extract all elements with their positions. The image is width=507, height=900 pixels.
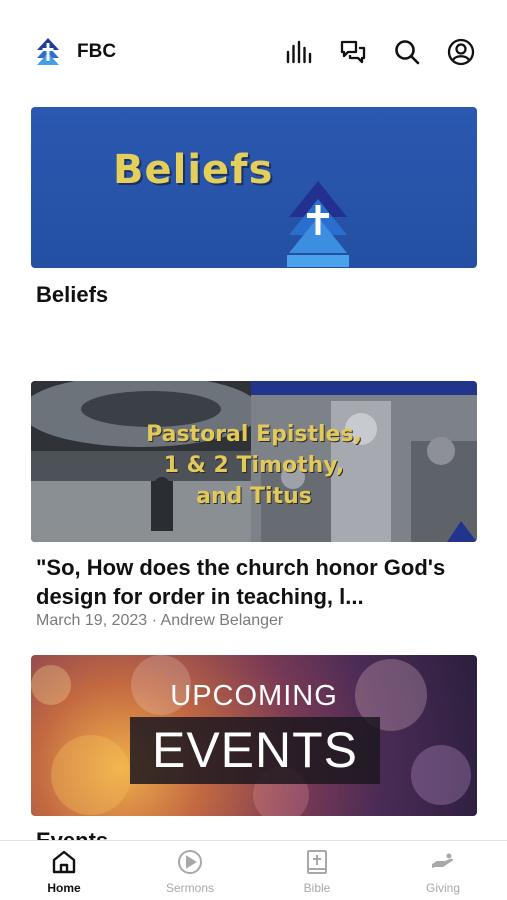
tab-sermons[interactable]: Sermons [140,841,240,900]
bottom-tab-bar: Home Sermons Bible Giving [0,840,507,900]
beliefs-card-title[interactable]: Beliefs [36,280,476,309]
home-feed[interactable]: Beliefs Beliefs Pastoral Epistles, 1 & 2… [0,0,507,840]
app-title[interactable]: FBC [77,41,116,63]
tab-home-label: Home [47,881,81,895]
events-card-image[interactable]: UPCOMING EVENTS [31,655,477,816]
sermon-banner-text: Pastoral Epistles, 1 & 2 Timothy, and Ti… [31,419,477,512]
app-header: FBC [0,0,507,100]
home-icon [52,850,76,874]
audio-bars-icon[interactable] [285,38,313,66]
sermon-banner-line: and Titus [196,484,312,509]
sermon-card-title[interactable]: "So, How does the church honor God's des… [36,553,476,611]
sermon-banner-line: 1 & 2 Timothy, [163,453,345,478]
giving-hand-icon [432,853,454,868]
tab-sermons-label: Sermons [165,881,215,895]
sermon-card-meta: March 19, 2023 · Andrew Belanger [36,612,284,629]
beliefs-banner-text: Beliefs [113,147,274,193]
beliefs-card-image[interactable]: Beliefs [31,107,477,268]
tab-bible[interactable]: Bible [267,841,367,900]
chat-icon[interactable] [339,38,367,66]
search-icon[interactable] [393,38,421,66]
sermon-card-image[interactable]: Pastoral Epistles, 1 & 2 Timothy, and Ti… [31,381,477,542]
cross-triangle-icon [287,181,349,267]
events-banner-events: EVENTS [151,722,359,778]
tab-giving[interactable]: Giving [393,841,493,900]
sermon-banner-line: Pastoral Epistles, [146,422,362,447]
tab-giving-label: Giving [425,881,460,895]
events-card-title[interactable]: Events [36,826,476,840]
tab-bible-label: Bible [303,881,331,895]
church-logo-icon[interactable] [35,38,61,66]
tab-home[interactable]: Home [14,841,114,900]
account-icon[interactable] [447,38,475,66]
events-banner-upcoming: UPCOMING [170,680,338,712]
bible-icon [307,850,327,874]
play-circle-icon [178,850,202,874]
